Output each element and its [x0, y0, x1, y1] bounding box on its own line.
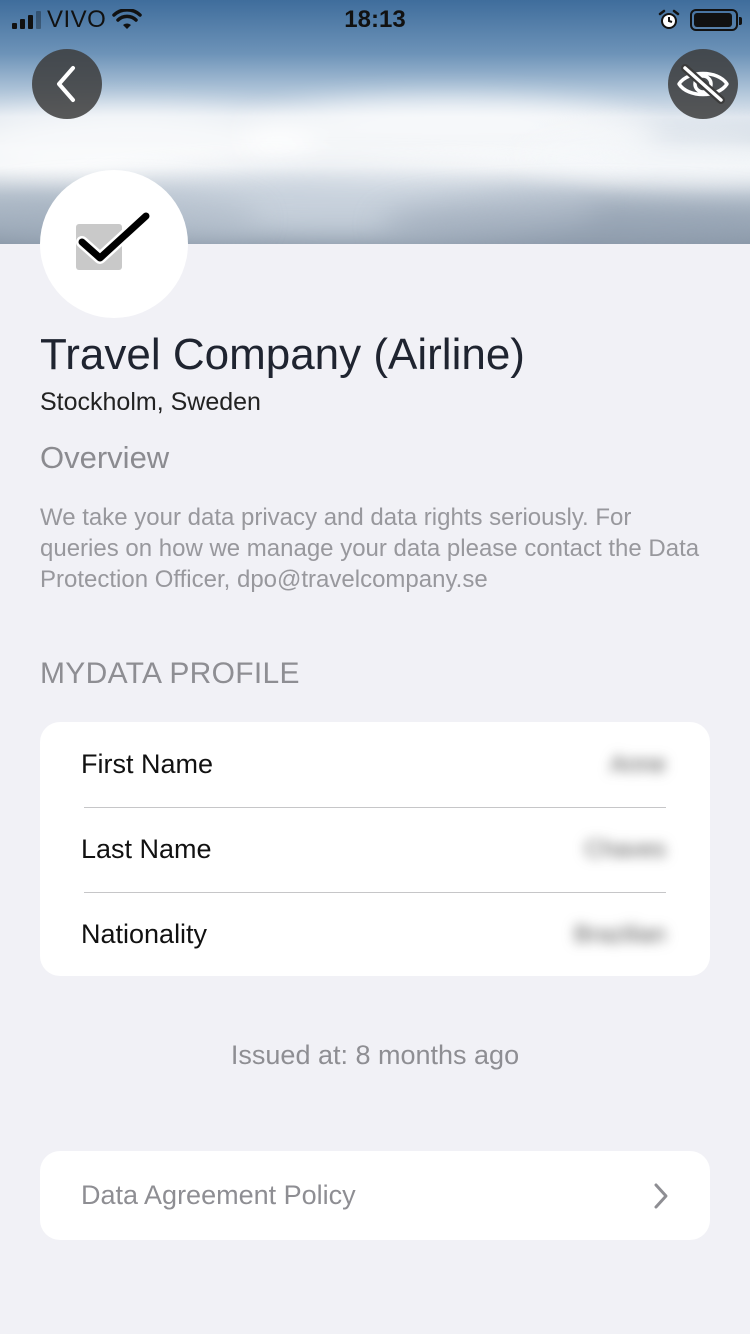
alarm-icon [658, 9, 680, 29]
wifi-icon [112, 9, 143, 29]
battery-icon [690, 9, 742, 31]
battery-level [694, 13, 732, 27]
back-button[interactable] [32, 49, 102, 119]
row-value: Brazilian [573, 920, 666, 948]
status-bar: VIVO 18:13 [0, 0, 750, 40]
signal-icon [12, 11, 41, 29]
screen: VIVO 18:13 Travel Company (Airline) Stoc… [0, 0, 750, 1334]
profile-row-last-name: Last Name Chaves [40, 807, 710, 892]
organization-logo [40, 170, 188, 318]
profile-card: First Name Anne Last Name Chaves Nationa… [40, 722, 710, 976]
row-label: Nationality [81, 919, 208, 949]
profile-row-nationality: Nationality Brazilian [40, 892, 710, 977]
profile-section-title: MYDATA PROFILE [40, 657, 300, 690]
organization-name: Travel Company (Airline) [40, 330, 525, 379]
chevron-right-icon [654, 1183, 668, 1208]
organization-location: Stockholm, Sweden [40, 388, 261, 416]
carrier-name: VIVO [47, 6, 107, 33]
row-label: Last Name [81, 834, 212, 864]
issued-date: Issued at: 8 months ago [230, 1040, 520, 1070]
checkbox-checked-icon [76, 212, 152, 270]
profile-row-first-name: First Name Anne [40, 722, 710, 807]
visibility-toggle-button[interactable] [668, 49, 738, 119]
overview-title: Overview [40, 440, 170, 475]
chevron-left-icon [57, 66, 75, 102]
policy-label: Data Agreement Policy [81, 1180, 356, 1210]
row-value: Anne [609, 750, 666, 778]
row-value: Chaves [584, 835, 666, 863]
data-agreement-policy-button[interactable]: Data Agreement Policy [40, 1151, 710, 1240]
row-label: First Name [81, 749, 214, 779]
eye-off-icon [677, 64, 729, 104]
overview-text: We take your data privacy and data right… [40, 504, 700, 593]
